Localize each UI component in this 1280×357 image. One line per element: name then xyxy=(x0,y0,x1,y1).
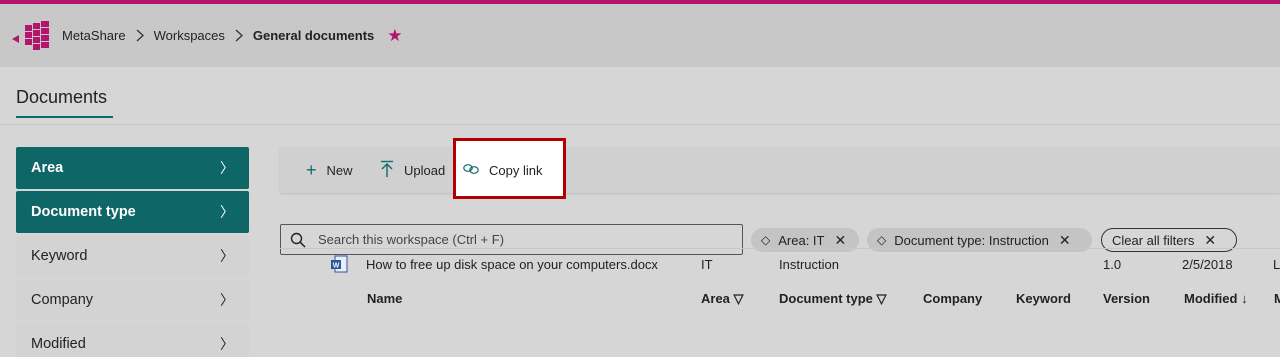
metashare-logo-icon[interactable] xyxy=(11,19,55,55)
chevron-right-icon xyxy=(225,29,253,42)
breadcrumb-workspaces[interactable]: Workspaces xyxy=(154,28,225,43)
sidebar-item-label: Company xyxy=(31,292,94,308)
page-title: Documents xyxy=(16,87,108,107)
breadcrumb-general-documents[interactable]: General documents xyxy=(253,28,374,43)
chevron-right-icon xyxy=(126,29,154,42)
cell-area: IT xyxy=(701,257,713,272)
chevron-right-icon: 〉 xyxy=(220,248,234,264)
column-header-modified[interactable]: Modified ↓ xyxy=(1184,291,1248,306)
chevron-right-icon: 〉 xyxy=(220,160,234,176)
upload-button-label: Upload xyxy=(404,162,446,178)
sidebar-item-label: Modified xyxy=(31,336,86,352)
table-row[interactable]: W How to free up disk space on your comp… xyxy=(280,248,1280,278)
search-input[interactable] xyxy=(318,232,718,247)
column-header-label: Document type xyxy=(779,291,873,306)
upload-icon xyxy=(380,160,394,181)
new-button[interactable]: + New xyxy=(306,147,353,193)
search-icon xyxy=(290,232,306,248)
chevron-right-icon: 〉 xyxy=(220,292,234,308)
column-header-document-type[interactable]: Document type ▽ xyxy=(779,291,887,307)
filter-chip-label: Area: IT xyxy=(778,232,825,248)
breadcrumb-metashare[interactable]: MetaShare xyxy=(62,28,126,43)
sidebar-item-label: Keyword xyxy=(31,248,88,264)
filter-icon: ▽ xyxy=(733,291,744,306)
close-icon[interactable]: ✕ xyxy=(1059,232,1071,249)
title-divider xyxy=(0,124,1280,125)
sidebar-item-label: Area xyxy=(31,160,64,176)
column-header-company[interactable]: Company xyxy=(923,291,982,306)
filter-sidebar: Area 〉 Document type 〉 Keyword 〉 Company… xyxy=(16,147,249,357)
sidebar-item-document-type[interactable]: Document type 〉 xyxy=(16,191,249,233)
breadcrumb: MetaShare Workspaces General documents ★ xyxy=(62,4,403,67)
copy-link-label: Copy link xyxy=(489,162,543,178)
main-content: Documents Area 〉 Document type 〉 Keyword… xyxy=(0,67,1280,357)
tag-icon: ◇ xyxy=(877,233,887,247)
sidebar-item-company[interactable]: Company 〉 xyxy=(16,279,249,321)
column-header-m[interactable]: M xyxy=(1274,291,1280,306)
word-document-icon: W xyxy=(331,255,348,273)
sidebar-item-area[interactable]: Area 〉 xyxy=(16,147,249,189)
title-underline xyxy=(16,116,113,118)
table-header: Name Area ▽ Document type ▽ Company Keyw… xyxy=(280,287,1280,311)
cell-document-type: Instruction xyxy=(779,257,839,272)
column-header-area[interactable]: Area ▽ xyxy=(701,291,744,307)
new-button-label: New xyxy=(326,162,353,178)
star-icon[interactable]: ★ xyxy=(387,27,402,44)
top-header: MetaShare Workspaces General documents ★ xyxy=(0,4,1280,67)
filter-chip-label: Document type: Instruction xyxy=(894,232,1049,248)
filter-icon: ▽ xyxy=(876,291,887,306)
chevron-right-icon: 〉 xyxy=(220,204,234,220)
close-icon[interactable]: ✕ xyxy=(834,232,846,249)
clear-all-filters-label: Clear all filters xyxy=(1112,232,1195,248)
cell-modified: 2/5/2018 xyxy=(1182,257,1233,272)
column-header-keyword[interactable]: Keyword xyxy=(1016,291,1071,306)
column-header-label: Area xyxy=(701,291,730,306)
svg-text:W: W xyxy=(333,263,340,270)
cell-name[interactable]: How to free up disk space on your comput… xyxy=(366,257,658,272)
link-icon xyxy=(463,162,479,179)
cell-m: L xyxy=(1273,257,1280,272)
close-icon: ✕ xyxy=(1204,231,1217,248)
column-header-name[interactable]: Name xyxy=(367,291,402,306)
plus-icon: + xyxy=(306,160,317,180)
command-bar: + New Upload xyxy=(280,147,1280,193)
column-header-label: Modified xyxy=(1184,291,1238,306)
sidebar-item-label: Document type xyxy=(31,204,136,220)
column-header-version[interactable]: Version xyxy=(1103,291,1150,306)
chevron-right-icon: 〉 xyxy=(220,336,234,352)
tag-icon: ◇ xyxy=(761,233,771,247)
sort-down-icon: ↓ xyxy=(1241,291,1248,306)
copy-link-button[interactable]: Copy link xyxy=(463,152,542,188)
upload-button[interactable]: Upload xyxy=(380,147,445,193)
sidebar-item-modified[interactable]: Modified 〉 xyxy=(16,323,249,357)
cell-version: 1.0 xyxy=(1103,257,1122,272)
sidebar-item-keyword[interactable]: Keyword 〉 xyxy=(16,235,249,277)
